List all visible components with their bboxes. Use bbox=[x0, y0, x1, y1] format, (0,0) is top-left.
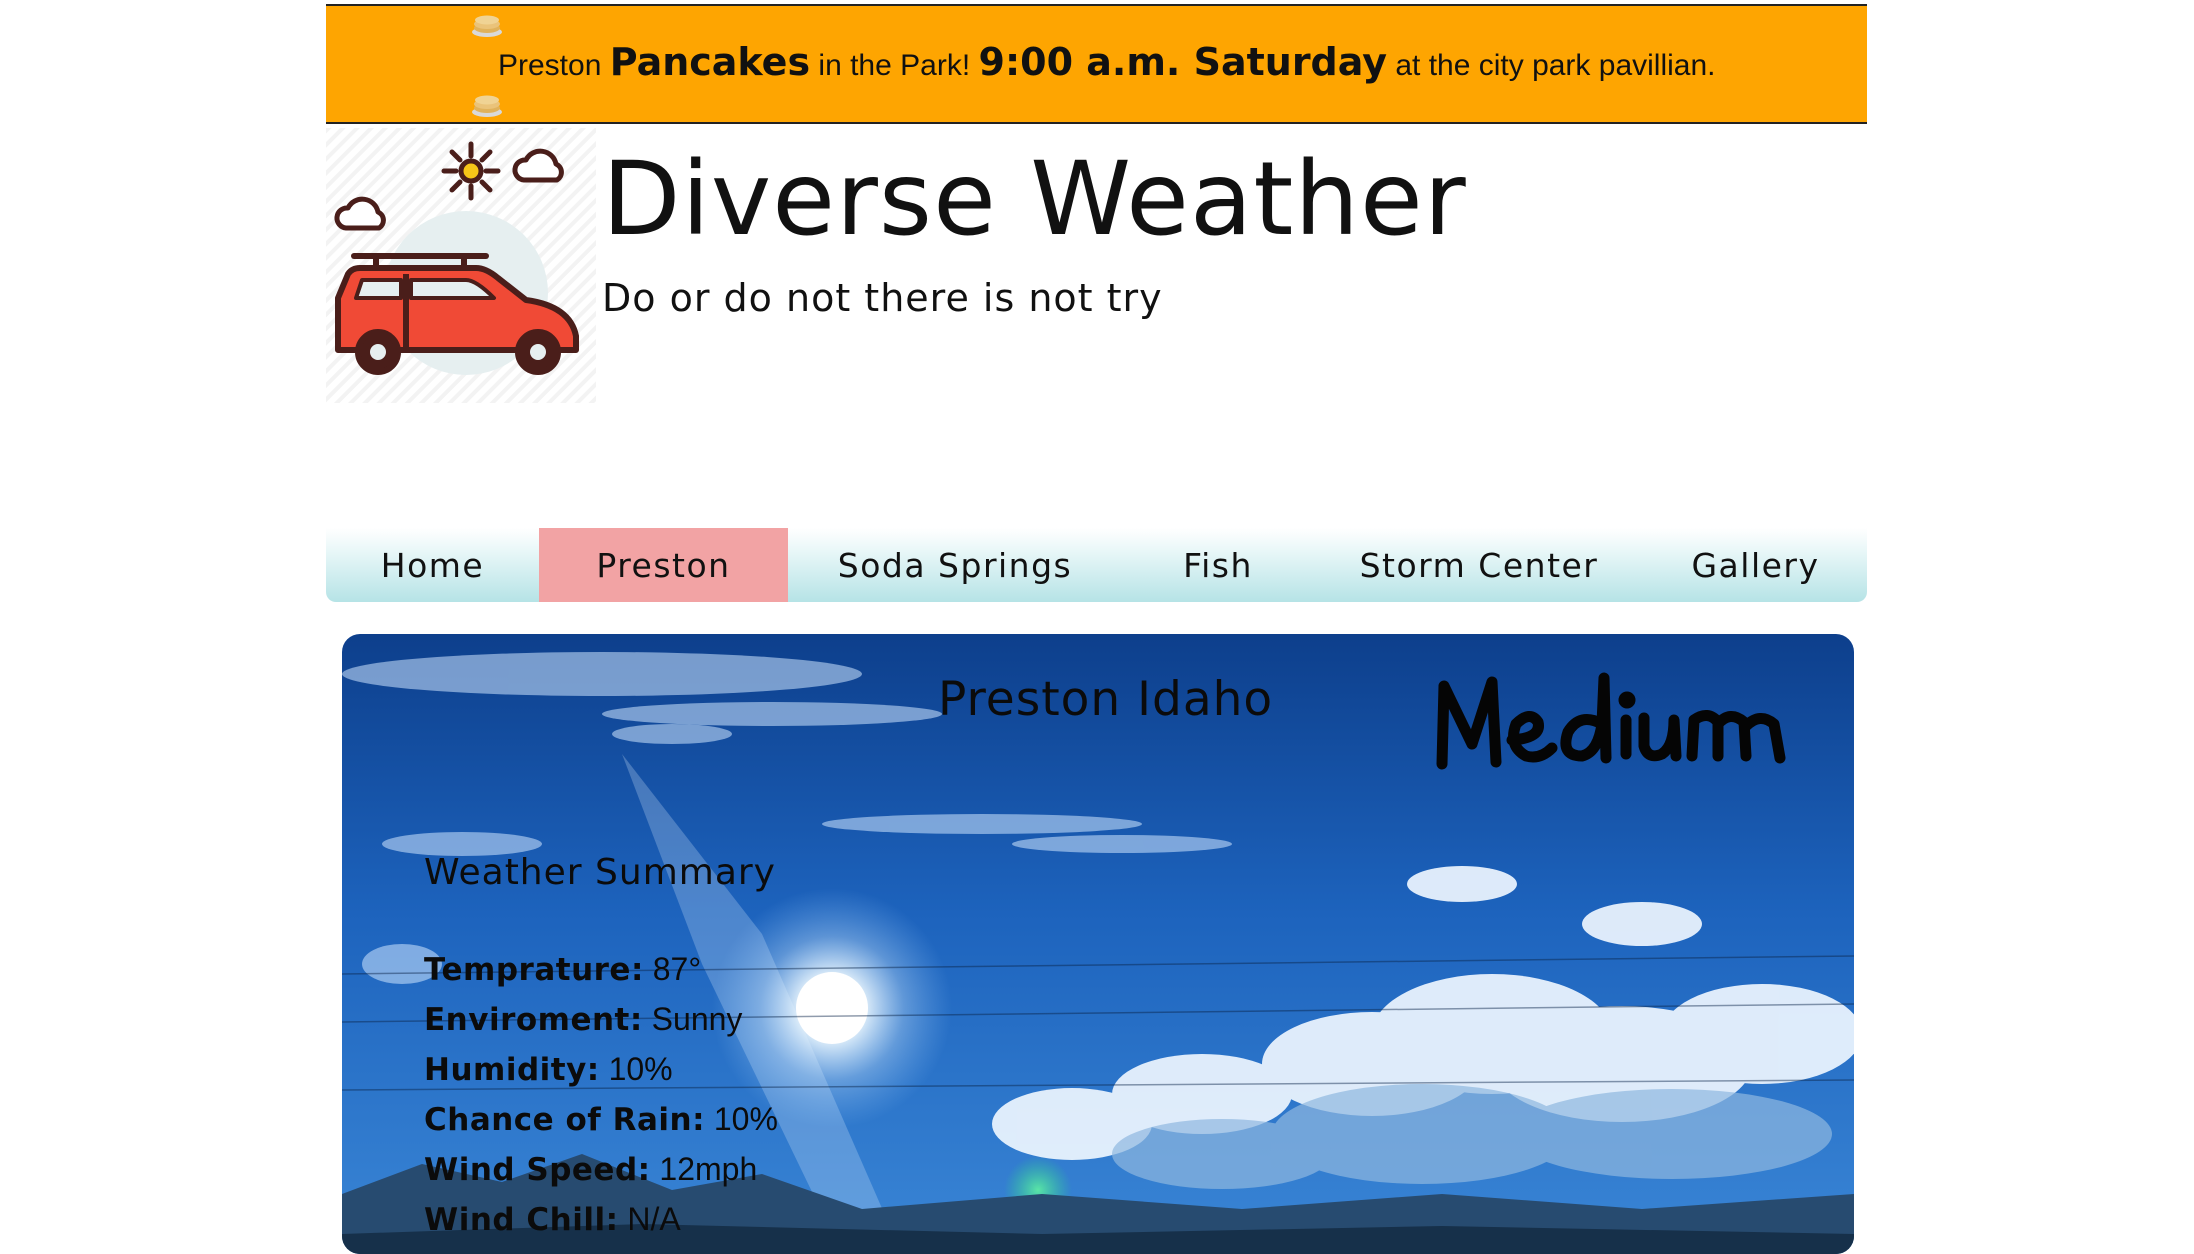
site-title: Diverse Weather bbox=[602, 140, 1467, 259]
summary-label: Humidity: bbox=[424, 1052, 600, 1088]
banner-text-part: at the city park pavillian. bbox=[1387, 49, 1716, 82]
site-logo[interactable] bbox=[326, 128, 596, 403]
main-nav: Home Preston Soda Springs Fish Storm Cen… bbox=[326, 528, 1867, 602]
nav-item-gallery[interactable]: Gallery bbox=[1644, 528, 1867, 602]
nav-item-fish[interactable]: Fish bbox=[1122, 528, 1314, 602]
summary-value: 10% bbox=[704, 1101, 778, 1137]
weather-hero: Preston Idaho Weather Summary Temprature… bbox=[342, 634, 1854, 1254]
list-item: Chance of Rain: 10% bbox=[424, 1094, 778, 1144]
nav-item-soda-springs[interactable]: Soda Springs bbox=[788, 528, 1122, 602]
summary-value: 10% bbox=[599, 1051, 673, 1087]
list-item: Humidity: 10% bbox=[424, 1044, 778, 1094]
hero-title: Preston Idaho bbox=[938, 672, 1274, 727]
announcement-banner: Preston Pancakes in the Park! 9:00 a.m. … bbox=[326, 4, 1867, 124]
summary-value: Sunny bbox=[642, 1001, 743, 1037]
nav-item-preston[interactable]: Preston bbox=[539, 528, 788, 602]
summary-label: Wind Speed: bbox=[424, 1152, 651, 1188]
summary-label: Temprature: bbox=[424, 952, 644, 988]
nav-item-storm-center[interactable]: Storm Center bbox=[1314, 528, 1644, 602]
sun-icon bbox=[441, 141, 501, 201]
summary-label: Enviroment: bbox=[424, 1002, 643, 1038]
banner-text-part: in the Park! bbox=[810, 49, 979, 82]
list-item: Wind Speed: 12mph bbox=[424, 1144, 778, 1194]
medium-badge bbox=[1436, 672, 1786, 770]
weather-summary-heading: Weather Summary bbox=[424, 852, 776, 893]
banner-event-time: 9:00 a.m. Saturday bbox=[978, 40, 1388, 84]
summary-label: Chance of Rain: bbox=[424, 1102, 705, 1138]
list-item: Wind Chill: N/A bbox=[424, 1194, 778, 1244]
summary-value: 12mph bbox=[650, 1151, 758, 1187]
summary-value: N/A bbox=[618, 1201, 681, 1237]
summary-value: 87° bbox=[643, 951, 702, 987]
pancake-icon bbox=[472, 95, 502, 117]
list-item: Temprature: 87° bbox=[424, 944, 778, 994]
banner-event-name: Pancakes bbox=[609, 40, 811, 84]
weather-summary-list: Temprature: 87° Enviroment: Sunny Humidi… bbox=[424, 944, 778, 1244]
list-item: Enviroment: Sunny bbox=[424, 994, 778, 1044]
pancake-icon bbox=[472, 15, 502, 37]
nav-item-home[interactable]: Home bbox=[326, 528, 539, 602]
summary-label: Wind Chill: bbox=[424, 1202, 619, 1238]
banner-text: Preston Pancakes in the Park! 9:00 a.m. … bbox=[498, 40, 1716, 84]
banner-text-part: Preston bbox=[498, 49, 610, 82]
site-tagline: Do or do not there is not try bbox=[602, 276, 1163, 320]
